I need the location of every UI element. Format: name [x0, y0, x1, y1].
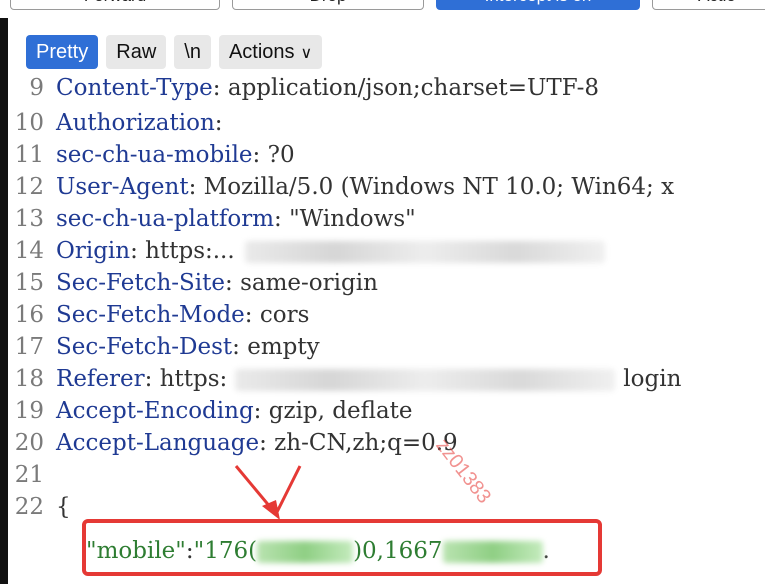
code-line: 10 Authorization: [8, 107, 765, 139]
line-number: 13 [14, 206, 44, 232]
actions-label: Actions [228, 41, 295, 63]
header-value: application/json;charset=UTF-8 [227, 75, 600, 101]
header-name: Content-Type [56, 75, 213, 101]
chevron-down-icon: ∨ [300, 45, 313, 62]
line-number: 11 [14, 142, 44, 168]
header-value: zh-CN,zh;q=0.9 [274, 430, 458, 456]
code-line: 12 User-Agent: Mozilla/5.0 (Windows NT 1… [8, 171, 765, 203]
header-name: User-Agent [56, 174, 189, 200]
code-line: 15 Sec-Fetch-Site: same-origin [8, 267, 765, 299]
header-name: sec-ch-ua-platform [56, 206, 275, 232]
code-line: 19 Accept-Encoding: gzip, deflate [8, 395, 765, 427]
proxy-toolbar: Forward Drop Intercept is on Actio [0, 0, 765, 12]
code-line: 14 Origin: https:... [8, 235, 765, 267]
line-number: 15 [14, 270, 44, 296]
header-name: Sec-Fetch-Mode [56, 302, 245, 328]
code-line: 11 sec-ch-ua-mobile: ?0 [8, 139, 765, 171]
header-name: Origin [56, 238, 131, 264]
line-number: 12 [14, 174, 44, 200]
header-value: empty [247, 334, 320, 360]
actions-dropdown[interactable]: Actions ∨ [218, 35, 323, 69]
tab-newline[interactable]: \n [174, 35, 211, 69]
view-tabs: Pretty Raw \n Actions ∨ [26, 35, 323, 71]
header-value: cors [259, 302, 310, 328]
line-number: 10 [14, 110, 44, 136]
highlight-box [82, 519, 602, 576]
header-value: ?0 [267, 142, 295, 168]
line-number: 16 [14, 302, 44, 328]
code-line: 18 Referer: https: login [8, 363, 765, 395]
header-name: Referer [56, 366, 145, 392]
header-name: Accept-Language [56, 430, 260, 456]
header-name: sec-ch-ua-mobile [56, 142, 253, 168]
redacted-value [244, 241, 605, 263]
forward-button[interactable]: Forward [10, 0, 220, 10]
header-value: https:... [145, 238, 235, 264]
drop-button[interactable]: Drop [232, 0, 424, 10]
code-line: 9 Content-Type: application/json;charset… [8, 72, 765, 104]
intercept-toggle-button[interactable]: Intercept is on [436, 0, 640, 10]
action-button[interactable]: Actio [652, 0, 765, 10]
line-number: 19 [14, 398, 44, 424]
tab-raw[interactable]: Raw [106, 35, 167, 69]
header-value: https: [159, 366, 228, 392]
header-name: Accept-Encoding [56, 398, 254, 424]
line-number: 21 [14, 462, 44, 488]
code-line: 21 [8, 459, 765, 491]
line-number: 20 [14, 430, 44, 456]
code-line: 17 Sec-Fetch-Dest: empty [8, 331, 765, 363]
code-line: 20 Accept-Language: zh-CN,zh;q=0.9 [8, 427, 765, 459]
request-editor[interactable]: Pretty Raw \n Actions ∨ 9 Content-Type: a… [8, 18, 765, 584]
tab-pretty[interactable]: Pretty [26, 35, 99, 69]
panel-border [0, 18, 8, 584]
json-open-brace: { [56, 494, 71, 520]
redacted-value [235, 369, 616, 391]
line-number: 9 [29, 75, 44, 101]
line-number: 17 [14, 334, 44, 360]
line-number: 22 [14, 494, 44, 520]
header-name: Authorization [56, 110, 215, 136]
header-value-tail: login [623, 366, 682, 392]
line-number: 18 [14, 366, 44, 392]
header-name: Sec-Fetch-Site [56, 270, 226, 296]
code-line: 16 Sec-Fetch-Mode: cors [8, 299, 765, 331]
header-value: same-origin [240, 270, 378, 296]
code-line: 13 sec-ch-ua-platform: "Windows" [8, 203, 765, 235]
line-number: 14 [14, 238, 44, 264]
header-value: gzip, deflate [268, 398, 413, 424]
header-value: Mozilla/5.0 (Windows NT 10.0; Win64; x [203, 174, 675, 200]
header-value: "Windows" [289, 206, 416, 232]
header-name: Sec-Fetch-Dest [56, 334, 233, 360]
